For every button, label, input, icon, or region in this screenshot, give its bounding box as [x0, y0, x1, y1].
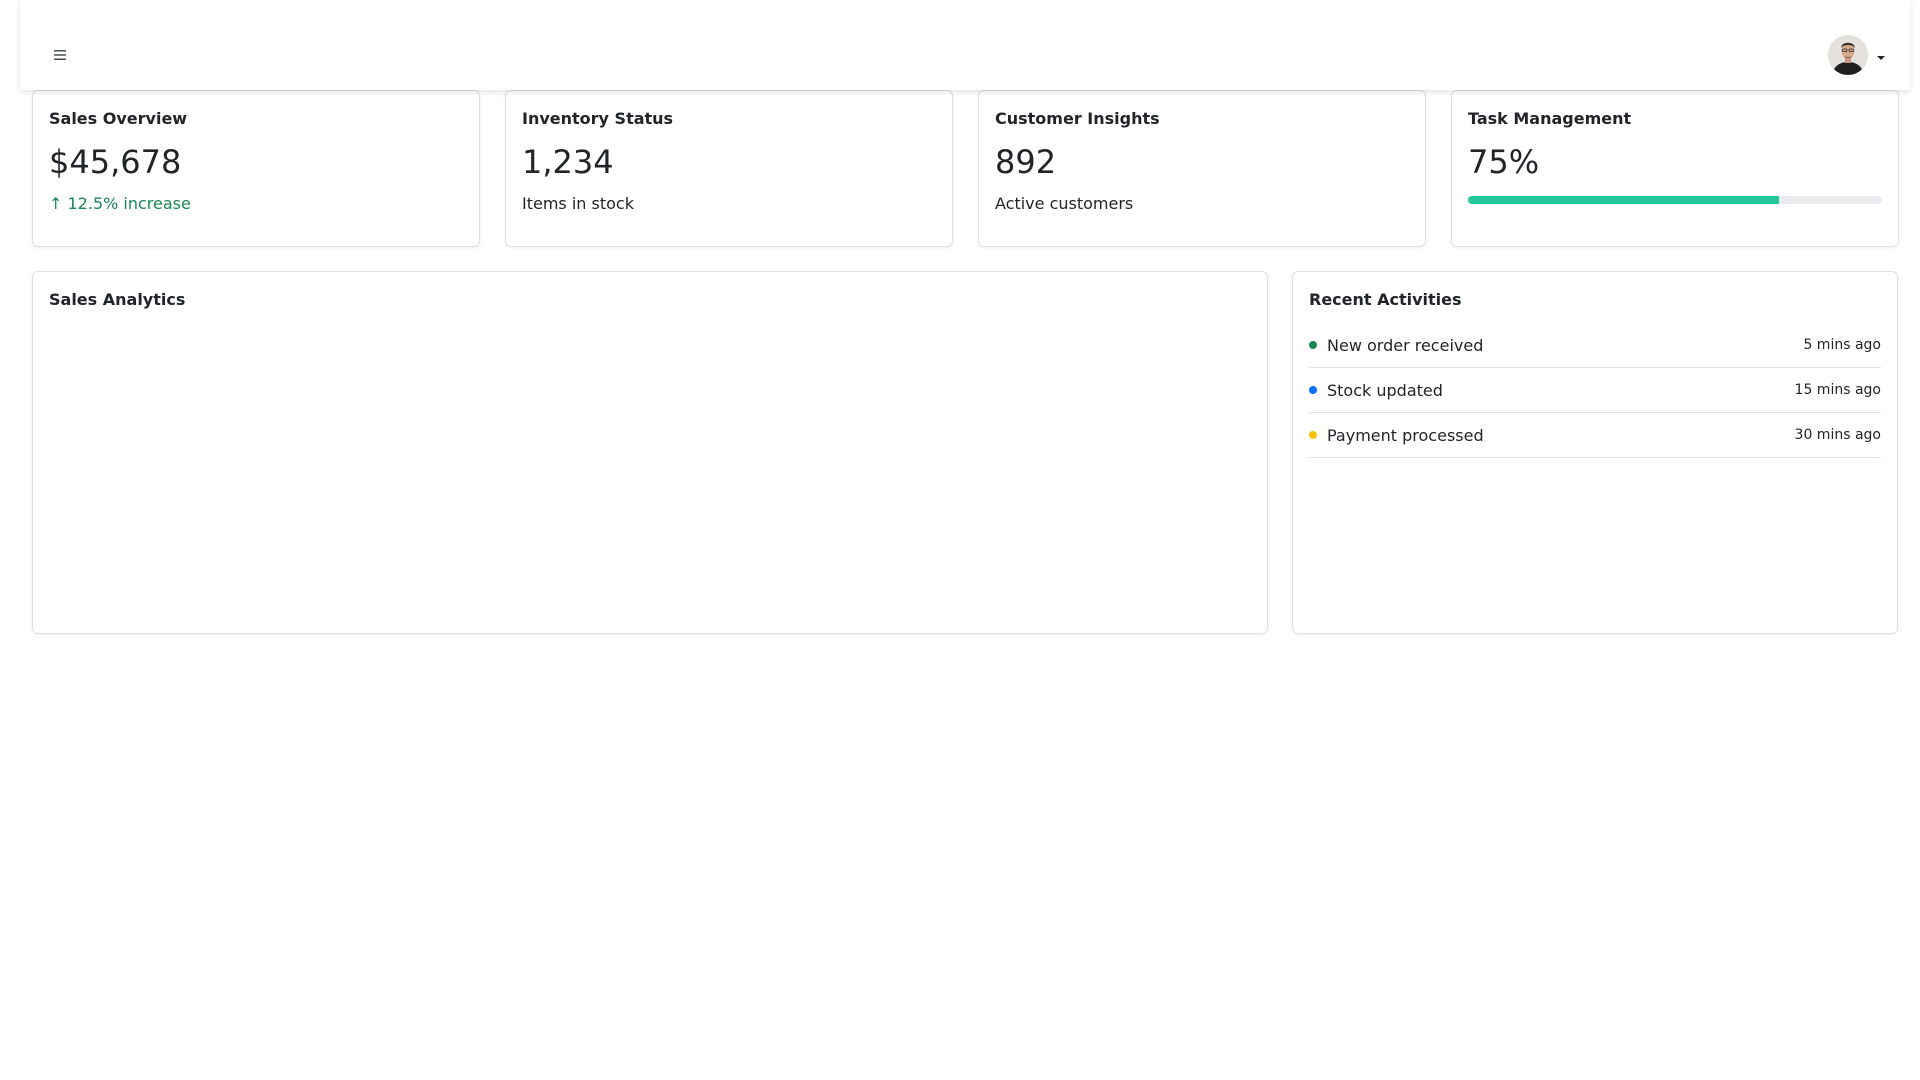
- panel-title: Sales Analytics: [49, 290, 186, 309]
- status-dot-icon: [1309, 341, 1317, 349]
- avatar[interactable]: [1828, 35, 1868, 75]
- activity-text: Payment processed: [1327, 425, 1484, 445]
- card-title: Task Management: [1468, 109, 1632, 128]
- status-dot-icon: [1309, 386, 1317, 394]
- user-profile-dropdown[interactable]: [1828, 35, 1886, 75]
- status-dot-icon: [1309, 431, 1317, 439]
- customer-insights-card: Customer Insights 892 Active customers: [978, 90, 1426, 247]
- tasks-value: 75%: [1468, 143, 1540, 181]
- task-management-card: Task Management 75%: [1451, 90, 1899, 247]
- recent-activities-panel: Recent Activities New order received 5 m…: [1292, 271, 1898, 634]
- activity-list: New order received 5 mins ago Stock upda…: [1309, 323, 1881, 458]
- activity-item: New order received 5 mins ago: [1309, 323, 1881, 368]
- caret-down-icon[interactable]: [1876, 46, 1886, 65]
- sales-value: $45,678: [49, 143, 182, 181]
- activity-time: 30 mins ago: [1794, 427, 1881, 443]
- activity-text: Stock updated: [1327, 380, 1443, 400]
- top-navbar: [20, 0, 1910, 90]
- activity-time: 15 mins ago: [1794, 382, 1881, 398]
- activity-item: Stock updated 15 mins ago: [1309, 368, 1881, 413]
- inventory-status-card: Inventory Status 1,234 Items in stock: [505, 90, 953, 247]
- sales-change: ↑ 12.5% increase: [49, 194, 191, 213]
- sales-analytics-panel: Sales Analytics: [32, 271, 1268, 634]
- inventory-subtitle: Items in stock: [522, 194, 634, 213]
- activity-text: New order received: [1327, 335, 1484, 355]
- hamburger-menu-icon[interactable]: [46, 43, 74, 67]
- task-progress-track: [1468, 196, 1882, 204]
- card-title: Sales Overview: [49, 109, 188, 128]
- card-title: Inventory Status: [522, 109, 674, 128]
- activity-item: Payment processed 30 mins ago: [1309, 413, 1881, 458]
- customers-subtitle: Active customers: [995, 194, 1134, 213]
- card-title: Customer Insights: [995, 109, 1160, 128]
- customers-value: 892: [995, 143, 1057, 181]
- task-progress-bar: [1468, 196, 1779, 204]
- sales-analytics-chart-area: [49, 309, 1251, 609]
- panel-title: Recent Activities: [1309, 290, 1462, 309]
- inventory-value: 1,234: [522, 143, 614, 181]
- sales-overview-card: Sales Overview $45,678 ↑ 12.5% increase: [32, 90, 480, 247]
- activity-time: 5 mins ago: [1803, 337, 1881, 353]
